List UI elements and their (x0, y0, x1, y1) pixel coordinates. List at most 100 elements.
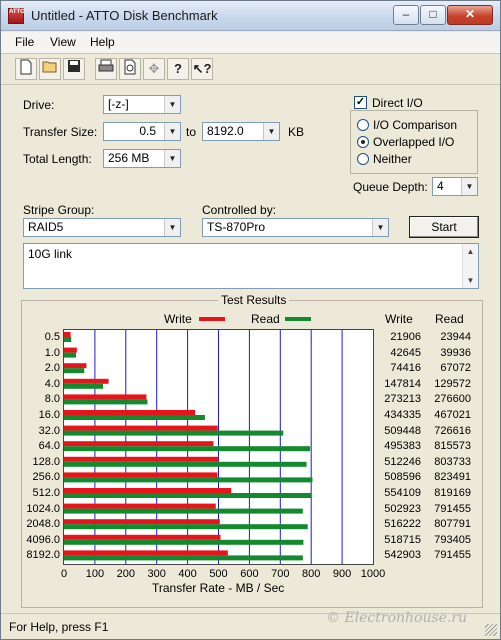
write-bar (64, 378, 109, 384)
chevron-down-icon[interactable]: ▼ (263, 123, 279, 140)
maximize-button[interactable]: □ (420, 5, 446, 25)
read-value: 807791 (434, 518, 471, 531)
read-bar (64, 368, 85, 374)
read-bar (64, 399, 148, 405)
resize-grip-icon[interactable] (485, 624, 497, 636)
read-value: 819169 (434, 487, 471, 499)
menu-help[interactable]: Help (90, 35, 115, 49)
transfer-size-label: 16.0 (38, 409, 60, 421)
controlled-by-label: Controlled by: (202, 203, 277, 217)
read-bar (64, 539, 304, 545)
read-value: 803733 (434, 455, 471, 468)
stripe-group-select[interactable]: RAID5 ▼ (23, 218, 181, 237)
write-bar (64, 441, 214, 447)
write-bar (64, 519, 220, 525)
write-value: 518715 (384, 533, 421, 546)
write-bar (64, 394, 147, 400)
total-length-label: Total Length: (23, 152, 92, 166)
notes-scrollbar[interactable]: ▲ ▼ (462, 244, 478, 288)
write-value: 516222 (384, 518, 421, 531)
read-legend-swatch (285, 317, 311, 321)
io-comparison-label: I/O Comparison (373, 118, 458, 132)
total-length-value: 256 MB (108, 151, 150, 165)
move-icon[interactable]: ✥ (143, 58, 165, 80)
open-icon[interactable] (39, 58, 61, 80)
neither-radio[interactable] (357, 153, 369, 165)
controlled-by-select[interactable]: TS-870Pro ▼ (202, 218, 389, 237)
scroll-up-icon[interactable]: ▲ (463, 244, 478, 259)
stripe-group-value: RAID5 (28, 220, 64, 234)
write-value: 273213 (384, 393, 421, 406)
read-bar (64, 415, 205, 420)
transfer-rate-chart (63, 329, 374, 565)
read-value: 815573 (434, 440, 471, 453)
title-bar[interactable]: ATTO Untitled - ATTO Disk Benchmark – □ … (1, 1, 500, 31)
write-value: 512246 (384, 455, 421, 468)
write-column-header: Write (385, 312, 413, 326)
read-value: 791455 (434, 502, 471, 515)
chevron-down-icon[interactable]: ▼ (164, 219, 180, 236)
new-icon[interactable] (15, 58, 37, 80)
transfer-size-label: 8.0 (44, 393, 60, 406)
read-value: 129572 (434, 377, 471, 390)
transfer-size-label: 4096.0 (26, 533, 60, 546)
overlapped-io-radio[interactable] (357, 136, 369, 148)
transfer-size-label: 256.0 (32, 471, 60, 484)
save-icon[interactable] (63, 58, 85, 80)
read-legend-label: Read (251, 312, 280, 326)
write-bar (64, 332, 71, 337)
io-comparison-radio[interactable] (357, 119, 369, 131)
print-icon[interactable] (95, 58, 117, 80)
write-bar (64, 410, 196, 415)
write-value: 147814 (384, 377, 421, 390)
write-value: 42645 (390, 346, 421, 359)
read-bar (64, 337, 72, 342)
watermark: © Electronhouse.ru (326, 610, 468, 626)
transfer-size-label: 32.0 (38, 424, 60, 437)
read-value: 726616 (434, 424, 471, 437)
chevron-down-icon[interactable]: ▼ (164, 96, 180, 113)
read-value: 39936 (440, 346, 471, 359)
help-icon[interactable]: ? (167, 58, 189, 80)
menu-view[interactable]: View (50, 35, 76, 49)
read-bar (64, 493, 312, 498)
chevron-down-icon[interactable]: ▼ (372, 219, 388, 236)
transfer-size-label: Transfer Size: (23, 125, 98, 139)
print-preview-icon[interactable] (119, 58, 141, 80)
write-bar (64, 425, 218, 431)
write-bar (64, 363, 87, 369)
transfer-size-label: 1.0 (44, 346, 60, 359)
chevron-down-icon[interactable]: ▼ (164, 123, 180, 140)
total-length-select[interactable]: 256 MB ▼ (103, 149, 181, 168)
transfer-to-select[interactable]: 8192.0 ▼ (202, 122, 280, 141)
write-value: 21906 (390, 331, 421, 343)
write-value: 508596 (384, 471, 421, 484)
read-bar (64, 508, 303, 514)
scroll-down-icon[interactable]: ▼ (463, 273, 478, 288)
read-value: 823491 (434, 471, 471, 484)
direct-io-checkbox[interactable]: ✓ (354, 96, 367, 109)
start-button[interactable]: Start (409, 216, 479, 238)
context-help-icon[interactable]: ↖? (191, 58, 213, 80)
minimize-button[interactable]: – (393, 5, 419, 25)
queue-depth-value: 4 (437, 179, 444, 193)
toolbar: ✥ ? ↖? (1, 55, 500, 85)
drive-select[interactable]: [-z-] ▼ (103, 95, 181, 114)
write-legend-swatch (199, 317, 225, 321)
close-button[interactable]: ✕ (447, 5, 493, 25)
read-value: 791455 (434, 549, 471, 562)
chevron-down-icon[interactable]: ▼ (164, 150, 180, 167)
write-value: 502923 (384, 502, 421, 515)
window-title: Untitled - ATTO Disk Benchmark (31, 8, 218, 23)
read-value: 23944 (440, 331, 471, 343)
to-label: to (186, 125, 197, 139)
menu-file[interactable]: File (15, 35, 34, 49)
notes-text: 10G link (28, 247, 73, 261)
transfer-from-select[interactable]: 0.5 ▼ (103, 122, 181, 141)
write-legend-label: Write (164, 312, 192, 326)
read-bar (64, 555, 303, 561)
chevron-down-icon[interactable]: ▼ (461, 178, 477, 195)
queue-depth-select[interactable]: 4 ▼ (432, 177, 478, 196)
notes-textarea[interactable]: 10G link ▲ ▼ (23, 243, 479, 289)
write-value: 509448 (384, 424, 421, 437)
